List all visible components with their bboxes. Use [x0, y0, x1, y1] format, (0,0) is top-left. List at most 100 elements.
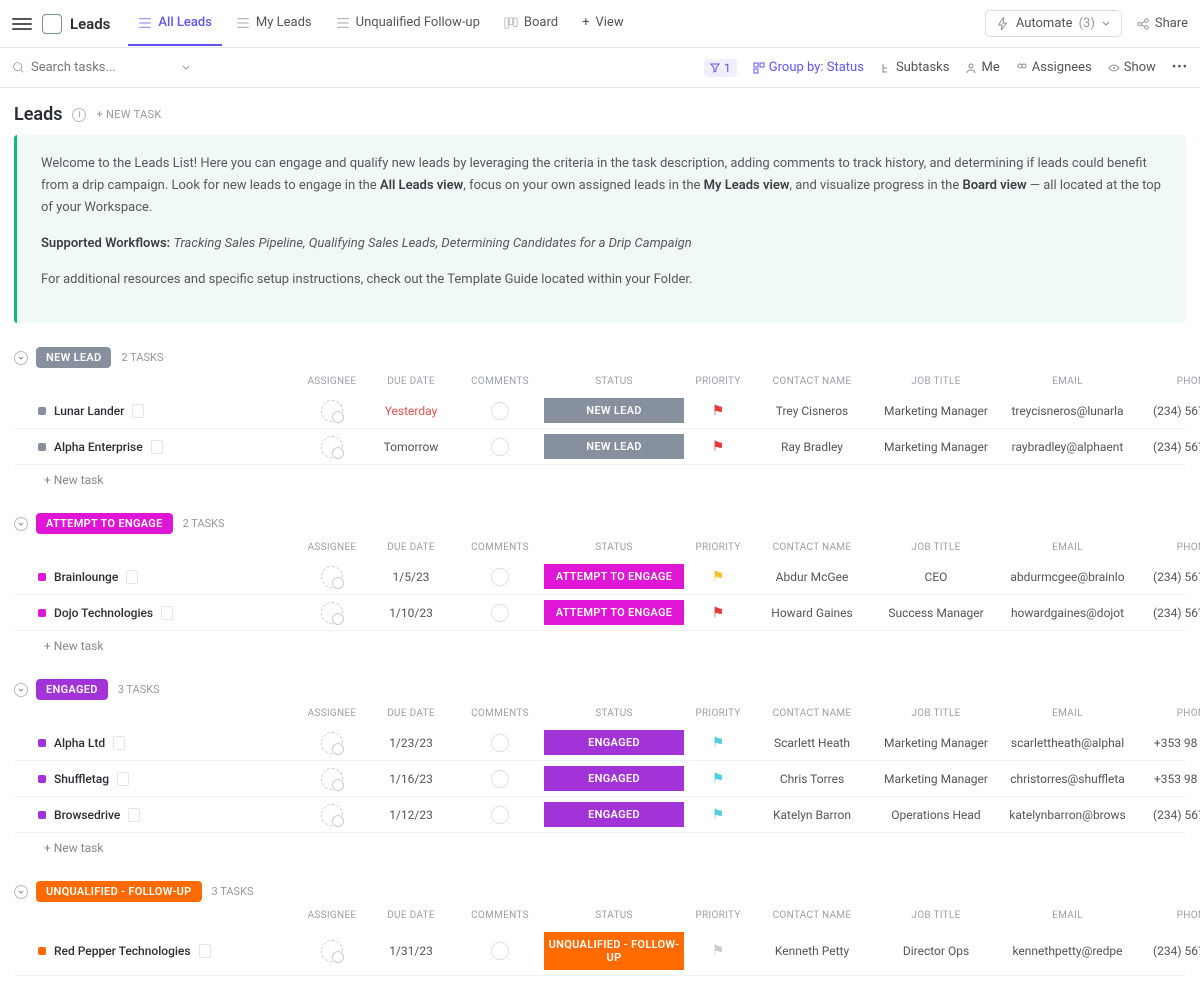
status-pill[interactable]: ENGAGED — [544, 730, 684, 755]
tab-board[interactable]: Board — [494, 1, 568, 46]
search-input[interactable] — [31, 60, 171, 75]
task-title[interactable]: Shuffletag — [54, 772, 109, 786]
status-pill[interactable]: UNQUALIFIED - FOLLOW-UP — [544, 932, 684, 970]
assignee-avatar[interactable] — [321, 436, 343, 458]
task-title[interactable]: Lunar Lander — [54, 404, 124, 418]
doc-icon[interactable] — [132, 404, 144, 418]
status-badge[interactable]: UNQUALIFIED - FOLLOW-UP — [36, 881, 202, 902]
due-date[interactable]: 1/16/23 — [366, 772, 456, 786]
priority-flag[interactable]: ⚑ — [688, 605, 748, 621]
doc-icon[interactable] — [128, 808, 140, 822]
table-row[interactable]: Lunar Lander Yesterday NEW LEAD ⚑ Trey C… — [14, 393, 1186, 429]
search-box[interactable] — [12, 60, 704, 75]
due-date[interactable]: 1/12/23 — [366, 808, 456, 822]
doc-icon[interactable] — [151, 440, 163, 454]
group-by[interactable]: Group by: Status — [753, 60, 864, 75]
doc-icon[interactable] — [126, 570, 138, 584]
doc-icon[interactable] — [117, 772, 129, 786]
status-pill[interactable]: ENGAGED — [544, 802, 684, 827]
tab-all-leads[interactable]: All Leads — [128, 1, 222, 46]
status-pill[interactable]: ATTEMPT TO ENGAGE — [544, 564, 684, 589]
assignee-avatar[interactable] — [321, 940, 343, 962]
collapse-icon[interactable] — [14, 351, 28, 365]
subtasks-toggle[interactable]: Subtasks — [880, 60, 950, 75]
priority-flag[interactable]: ⚑ — [688, 807, 748, 823]
assignee-avatar[interactable] — [321, 768, 343, 790]
comment-icon[interactable] — [491, 604, 509, 622]
welcome-box: Welcome to the Leads List! Here you can … — [14, 135, 1186, 323]
task-title[interactable]: Red Pepper Technologies — [54, 944, 191, 958]
status-badge[interactable]: ENGAGED — [36, 679, 108, 700]
page-title: Leads — [14, 104, 62, 125]
due-date[interactable]: 1/5/23 — [366, 570, 456, 584]
collapse-icon[interactable] — [14, 885, 28, 899]
me-filter[interactable]: Me — [965, 60, 999, 75]
tab-my-leads[interactable]: My Leads — [226, 1, 322, 46]
job-title: Marketing Manager — [876, 440, 996, 454]
comment-icon[interactable] — [491, 438, 509, 456]
chevron-down-icon[interactable] — [181, 63, 191, 73]
list-icon — [236, 16, 250, 30]
priority-flag[interactable]: ⚑ — [688, 735, 748, 751]
priority-flag[interactable]: ⚑ — [688, 771, 748, 787]
automate-button[interactable]: Automate (3) — [985, 10, 1122, 37]
comment-icon[interactable] — [491, 806, 509, 824]
assignee-avatar[interactable] — [321, 566, 343, 588]
task-title[interactable]: Dojo Technologies — [54, 606, 153, 620]
priority-flag[interactable]: ⚑ — [688, 439, 748, 455]
task-title[interactable]: Alpha Ltd — [54, 736, 105, 750]
table-row[interactable]: Red Pepper Technologies 1/31/23 UNQUALIF… — [14, 927, 1186, 976]
table-row[interactable]: Brainlounge 1/5/23 ATTEMPT TO ENGAGE ⚑ A… — [14, 559, 1186, 595]
assignee-avatar[interactable] — [321, 732, 343, 754]
share-button[interactable]: Share — [1136, 16, 1188, 31]
priority-flag[interactable]: ⚑ — [688, 403, 748, 419]
doc-icon[interactable] — [161, 606, 173, 620]
menu-icon[interactable] — [12, 14, 32, 34]
table-row[interactable]: Alpha Ltd 1/23/23 ENGAGED ⚑ Scarlett Hea… — [14, 725, 1186, 761]
filter-count[interactable]: 1 — [704, 59, 737, 77]
priority-flag[interactable]: ⚑ — [688, 569, 748, 585]
assignee-avatar[interactable] — [321, 804, 343, 826]
comment-icon[interactable] — [491, 734, 509, 752]
status-pill[interactable]: NEW LEAD — [544, 398, 684, 423]
status-pill[interactable]: NEW LEAD — [544, 434, 684, 459]
task-title[interactable]: Brainlounge — [54, 570, 118, 584]
tab-add-view[interactable]: + View — [572, 1, 634, 46]
comment-icon[interactable] — [491, 568, 509, 586]
priority-flag[interactable]: ⚑ — [688, 943, 748, 959]
new-task-row[interactable]: + New task — [14, 833, 1186, 863]
assignees-filter[interactable]: Assignees — [1016, 60, 1092, 75]
due-date[interactable]: 1/31/23 — [366, 944, 456, 958]
doc-icon[interactable] — [113, 736, 125, 750]
table-row[interactable]: Browsedrive 1/12/23 ENGAGED ⚑ Katelyn Ba… — [14, 797, 1186, 833]
new-task-row[interactable]: + New task — [14, 631, 1186, 661]
tab-unqualified[interactable]: Unqualified Follow-up — [326, 1, 490, 46]
info-icon[interactable]: i — [72, 108, 86, 122]
table-row[interactable]: Shuffletag 1/16/23 ENGAGED ⚑ Chris Torre… — [14, 761, 1186, 797]
comment-icon[interactable] — [491, 770, 509, 788]
col-header: COMMENTS — [460, 376, 540, 387]
collapse-icon[interactable] — [14, 683, 28, 697]
table-row[interactable]: Alpha Enterprise Tomorrow NEW LEAD ⚑ Ray… — [14, 429, 1186, 465]
collapse-icon[interactable] — [14, 517, 28, 531]
comment-icon[interactable] — [491, 402, 509, 420]
status-badge[interactable]: ATTEMPT TO ENGAGE — [36, 513, 173, 534]
status-badge[interactable]: NEW LEAD — [36, 347, 111, 368]
doc-icon[interactable] — [199, 944, 211, 958]
new-task-row[interactable]: + New task — [14, 465, 1186, 495]
assignee-avatar[interactable] — [321, 400, 343, 422]
due-date[interactable]: Yesterday — [366, 404, 456, 418]
show-toggle[interactable]: Show — [1108, 60, 1156, 75]
comment-icon[interactable] — [491, 942, 509, 960]
task-title[interactable]: Alpha Enterprise — [54, 440, 143, 454]
status-pill[interactable]: ATTEMPT TO ENGAGE — [544, 600, 684, 625]
new-task-button[interactable]: + NEW TASK — [96, 108, 161, 121]
due-date[interactable]: Tomorrow — [366, 440, 456, 454]
task-title[interactable]: Browsedrive — [54, 808, 120, 822]
table-row[interactable]: Dojo Technologies 1/10/23 ATTEMPT TO ENG… — [14, 595, 1186, 631]
due-date[interactable]: 1/10/23 — [366, 606, 456, 620]
status-pill[interactable]: ENGAGED — [544, 766, 684, 791]
more-menu[interactable]: ••• — [1172, 60, 1188, 75]
assignee-avatar[interactable] — [321, 602, 343, 624]
due-date[interactable]: 1/23/23 — [366, 736, 456, 750]
